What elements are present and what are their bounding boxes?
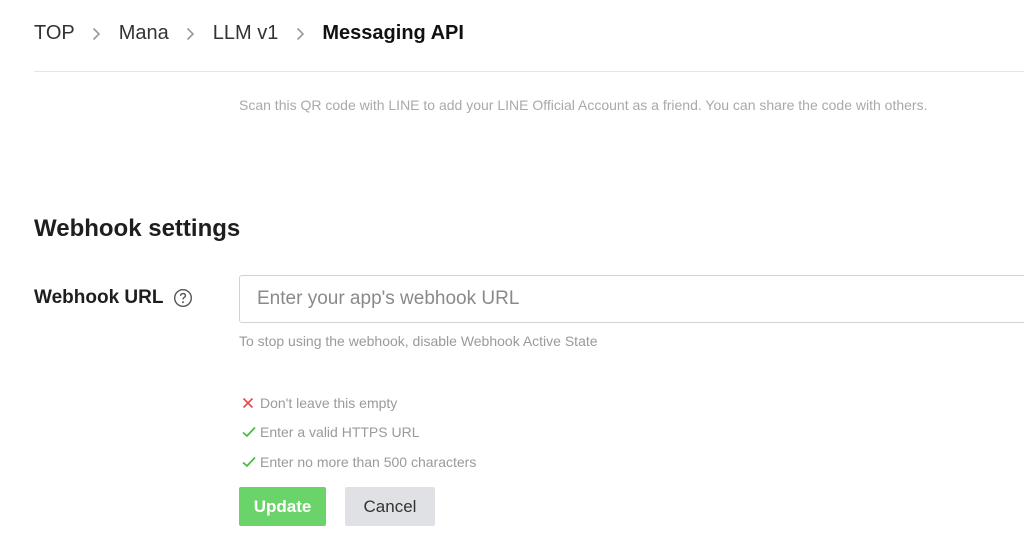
qr-code-hint: Scan this QR code with LINE to add your … — [239, 97, 928, 113]
webhook-url-input[interactable] — [239, 275, 1024, 323]
validation-rule: Enter no more than 500 characters — [242, 447, 476, 477]
breadcrumb-top[interactable]: TOP — [34, 20, 75, 46]
webhook-url-label: Webhook URL — [34, 287, 164, 308]
breadcrumb-channel[interactable]: LLM v1 — [213, 20, 279, 46]
help-icon[interactable] — [173, 288, 193, 308]
breadcrumb-current: Messaging API — [322, 22, 464, 44]
validation-rule: Enter a valid HTTPS URL — [242, 418, 476, 448]
webhook-input-hint: To stop using the webhook, disable Webho… — [239, 333, 598, 349]
validation-rule-text: Enter no more than 500 characters — [260, 453, 477, 470]
update-button[interactable]: Update — [239, 487, 326, 526]
breadcrumb: TOP Mana LLM v1 Messaging API — [34, 20, 464, 46]
header-divider — [34, 71, 1024, 72]
chevron-right-icon — [169, 20, 213, 46]
validation-rule-text: Enter a valid HTTPS URL — [260, 424, 420, 441]
validation-rule-text: Don't leave this empty — [260, 394, 398, 411]
webhook-url-label-row: Webhook URL — [34, 287, 193, 309]
breadcrumb-provider[interactable]: Mana — [119, 20, 169, 46]
chevron-right-icon — [75, 20, 119, 46]
validation-rules: Don't leave this empty Enter a valid HTT… — [242, 388, 476, 477]
x-icon — [242, 397, 260, 409]
validation-rule: Don't leave this empty — [242, 388, 476, 418]
check-icon — [242, 426, 260, 438]
chevron-right-icon — [278, 20, 322, 46]
cancel-button[interactable]: Cancel — [345, 487, 435, 526]
check-icon — [242, 456, 260, 468]
section-title-webhook-settings: Webhook settings — [34, 215, 241, 242]
